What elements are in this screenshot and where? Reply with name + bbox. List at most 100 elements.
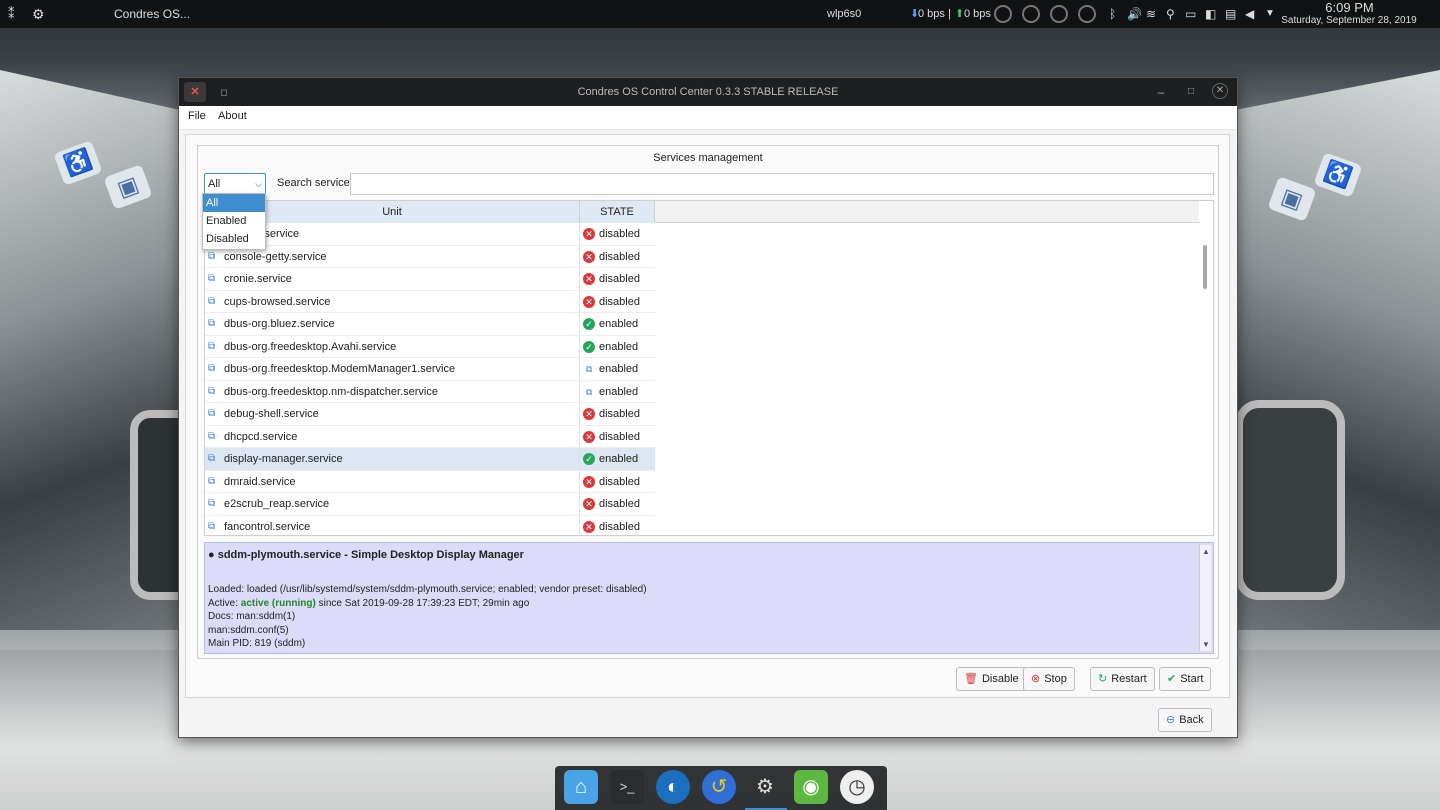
- service-unit-icon: ⧉: [208, 250, 216, 262]
- column-divider: [579, 245, 580, 267]
- service-unit-icon: ⧉: [208, 520, 216, 532]
- table-row[interactable]: ⧉...mirror.service✕disabled: [205, 223, 655, 246]
- unit-name: dbus-org.freedesktop.nm-dispatcher.servi…: [224, 385, 438, 398]
- disable-label: Disable: [981, 673, 1019, 685]
- rate-separator: |: [948, 8, 951, 20]
- service-unit-icon: ⧉: [208, 295, 216, 307]
- home-folder-icon[interactable]: ⌂: [564, 770, 598, 804]
- clipboard-icon[interactable]: ▤: [1225, 0, 1236, 28]
- disabled-status-icon: ✕: [583, 273, 595, 285]
- table-row[interactable]: ⧉ cups-browsed.service ✕ disabled: [205, 290, 655, 313]
- unit-state: enabled: [599, 453, 639, 465]
- unit-state: enabled: [599, 385, 639, 398]
- unit-name: dbus-org.freedesktop.ModemManager1.servi…: [224, 363, 456, 375]
- enabled-status-icon: ✓: [583, 340, 595, 353]
- search-label: Search service: [277, 177, 350, 189]
- back-button[interactable]: ⊖ Back: [1158, 708, 1212, 732]
- unit-name: cronie.service: [224, 273, 292, 285]
- window-titlebar[interactable]: ✕ ◻ Condres OS Control Center 0.3.3 STAB…: [179, 78, 1237, 106]
- stop-icon: ⊗: [1031, 673, 1041, 685]
- trash-icon: 🗑: [964, 673, 978, 685]
- table-row[interactable]: ⧉ console-getty.service ✕ disabled: [205, 245, 655, 268]
- bluetooth-icon[interactable]: ᛒ: [1109, 0, 1116, 28]
- menu-about[interactable]: About: [218, 110, 247, 122]
- column-header-state[interactable]: STATE: [580, 201, 655, 223]
- stop-label: Stop: [1044, 673, 1067, 685]
- table-row[interactable]: ⧉ dbus-org.freedesktop.nm-dispatcher.serv…: [205, 380, 655, 403]
- table-row[interactable]: ⧉ dmraid.service ✕ disabled: [205, 470, 655, 493]
- disabled-status-icon: ✕: [583, 498, 595, 510]
- app-launcher-icon[interactable]: ⁑: [8, 0, 15, 28]
- group-title: Services management: [653, 152, 763, 164]
- table-row[interactable]: ⧉ display-manager.service ✓ enabled: [205, 448, 655, 471]
- service-unit-icon: ⧉: [208, 475, 216, 487]
- clock-date[interactable]: Saturday, September 28, 2019: [1278, 15, 1420, 27]
- table-row[interactable]: ⧉ e2scrub_reap.service ✕ disabled: [205, 493, 655, 516]
- unit-state: disabled: [599, 273, 640, 285]
- status-scrollbar[interactable]: ▲ ▼: [1199, 545, 1211, 651]
- clock-icon[interactable]: ◷: [840, 770, 874, 804]
- status-active-label: Active:: [208, 598, 241, 609]
- service-unit-icon: ⧉: [208, 340, 216, 352]
- column-divider: [579, 380, 580, 402]
- speaker-icon[interactable]: ◀: [1245, 0, 1254, 28]
- table-scrollbar[interactable]: [1203, 245, 1207, 289]
- table-row[interactable]: ⧉ dbus-org.freedesktop.Avahi.service ✓ enab…: [205, 335, 655, 358]
- filter-combobox[interactable]: All ⌵: [204, 173, 266, 195]
- column-divider: [579, 313, 580, 335]
- column-divider: [579, 358, 580, 380]
- wifi-icon[interactable]: ≋: [1146, 0, 1156, 28]
- column-divider: [579, 448, 580, 470]
- settings-gear-icon[interactable]: ⚙: [32, 0, 45, 28]
- minimize-icon[interactable]: –: [1152, 83, 1170, 101]
- tray-expand-icon[interactable]: ▼: [1265, 0, 1275, 28]
- table-row[interactable]: ⧉ fancontrol.service ✕ disabled: [205, 515, 655, 535]
- disable-button[interactable]: 🗑 Disable: [956, 667, 1027, 691]
- unit-name: e2scrub_reap.service: [224, 498, 330, 510]
- device-notifier-icon[interactable]: ◧: [1205, 0, 1216, 28]
- check-icon: ✔: [1167, 673, 1177, 685]
- table-row[interactable]: ⧉ dhcpcd.service ✕ disabled: [205, 425, 655, 448]
- table-row[interactable]: ⧉ dbus-org.freedesktop.ModemManager1.serv…: [205, 358, 655, 381]
- column-divider: [579, 290, 580, 312]
- unit-name: debug-shell.service: [224, 408, 319, 420]
- filter-option-all[interactable]: All: [203, 194, 265, 212]
- unit-state: enabled: [599, 363, 639, 375]
- scroll-down-icon[interactable]: ▼: [1200, 640, 1212, 649]
- browser-icon[interactable]: ◐: [656, 770, 690, 804]
- volume-icon[interactable]: 🔊: [1127, 0, 1142, 28]
- updater-icon[interactable]: ↺: [702, 770, 736, 804]
- unit-state: disabled: [599, 250, 640, 263]
- search-input[interactable]: [350, 173, 1214, 195]
- close-icon[interactable]: ✕: [1212, 83, 1228, 99]
- disabled-status-icon: ✕: [583, 520, 595, 533]
- maximize-icon[interactable]: □: [1182, 83, 1200, 101]
- table-row[interactable]: ⧉ dbus-org.bluez.service ✓ enabled: [205, 313, 655, 336]
- active-app-name[interactable]: Condres OS...: [114, 0, 190, 28]
- filter-selected-value: All: [208, 178, 221, 190]
- disabled-status-icon: ✕: [583, 475, 595, 488]
- table-row[interactable]: ⧉ cronie.service ✕ disabled: [205, 268, 655, 291]
- scroll-up-icon[interactable]: ▲: [1200, 547, 1212, 556]
- restart-button[interactable]: ↻ Restart: [1090, 667, 1155, 691]
- start-button[interactable]: ✔ Start: [1159, 667, 1212, 691]
- terminal-icon[interactable]: >_: [610, 770, 644, 804]
- filter-option-enabled[interactable]: Enabled: [203, 212, 265, 230]
- wallpaper-train-window-left: [130, 410, 180, 600]
- disabled-status-icon: ✕: [583, 430, 595, 443]
- menu-file[interactable]: File: [188, 110, 206, 122]
- accessibility-icon[interactable]: ⚲: [1166, 0, 1175, 28]
- top-panel: ⁑ ⚙ Condres OS... wlp6s0 ⬇ 0 bps | ⬆ 0 b…: [0, 0, 1440, 28]
- filter-option-disabled[interactable]: Disabled: [203, 230, 265, 248]
- clock-time[interactable]: 6:09 PM: [1282, 1, 1417, 15]
- table-row[interactable]: ⧉ debug-shell.service ✕ disabled: [205, 403, 655, 426]
- menu-bar: File About: [179, 106, 1237, 130]
- system-settings-icon[interactable]: ⚙: [748, 770, 782, 804]
- stop-button[interactable]: ⊗ Stop: [1023, 667, 1075, 691]
- battery-icon[interactable]: ▭: [1185, 0, 1196, 28]
- restart-icon: ↻: [1098, 673, 1108, 685]
- screenshot-icon[interactable]: ◉: [794, 770, 828, 804]
- disabled-status-icon: ✕: [583, 250, 595, 263]
- services-group: Services management All ⌵ Search service…: [197, 145, 1219, 659]
- status-main-pid: Main PID: 819 (sddm): [208, 638, 306, 649]
